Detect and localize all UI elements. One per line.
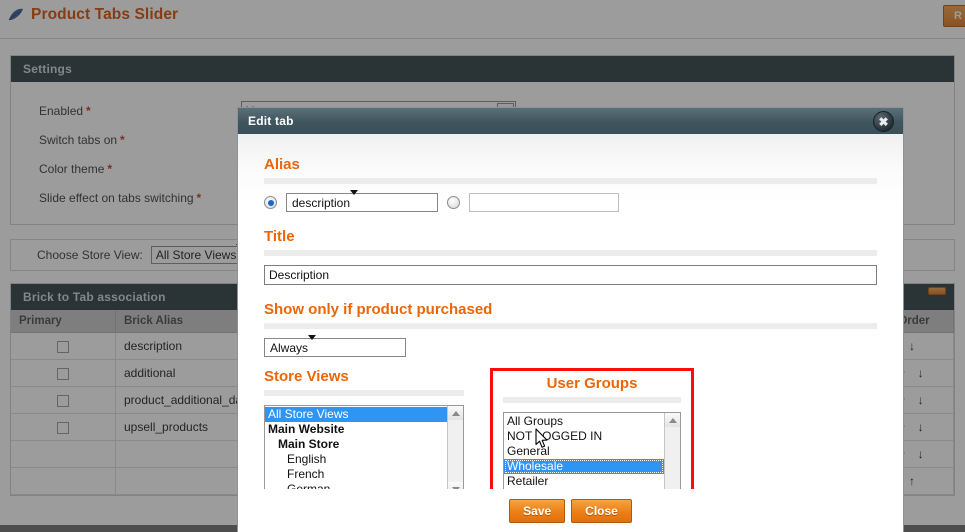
title-input[interactable]: Description (264, 265, 877, 285)
close-button[interactable]: Close (571, 499, 632, 523)
edit-tab-modal: Edit tab ✖ Alias description Title Descr… (238, 108, 903, 532)
title-heading: Title (264, 228, 295, 245)
store-views-heading: Store Views (264, 368, 349, 385)
user-groups-listbox[interactable]: All Groups NOT LOGGED IN General Wholesa… (503, 412, 681, 489)
store-views-column: Store Views All Store Views Main Website… (264, 368, 464, 489)
scroll-up-icon[interactable] (448, 406, 463, 420)
purchased-divider (264, 323, 877, 329)
user-groups-heading: User Groups (546, 375, 638, 392)
alias-select[interactable]: description (286, 190, 438, 212)
store-views-items: All Store Views Main Website Main Store … (265, 406, 447, 489)
alias-custom-radio[interactable] (447, 196, 460, 209)
list-item[interactable]: All Groups (504, 414, 664, 429)
selection-columns: Store Views All Store Views Main Website… (264, 368, 877, 489)
list-item[interactable]: Main Website (265, 422, 447, 437)
user-groups-scrollbar[interactable] (664, 413, 680, 489)
list-item[interactable]: German (265, 482, 447, 489)
alias-heading: Alias (264, 156, 300, 173)
list-item[interactable]: Main Store (265, 437, 447, 452)
modal-body: Alias description Title Description Show… (238, 134, 903, 489)
modal-footer: Save Close (238, 489, 903, 532)
save-button[interactable]: Save (509, 499, 566, 523)
close-icon[interactable]: ✖ (873, 111, 894, 132)
purchased-heading: Show only if product purchased (264, 301, 493, 318)
list-item[interactable]: All Store Views (265, 407, 447, 422)
alias-custom-input[interactable] (469, 193, 619, 212)
alias-divider (264, 178, 877, 184)
purchased-select-value: Always (270, 340, 309, 355)
list-item[interactable]: Wholesale (504, 459, 664, 474)
list-item[interactable]: General (504, 444, 664, 459)
list-item[interactable]: English (265, 452, 447, 467)
user-groups-column: User Groups All Groups NOT LOGGED IN Gen… (490, 368, 694, 489)
chevron-down-icon (350, 190, 367, 210)
scroll-down-icon[interactable] (448, 482, 463, 489)
user-groups-divider (503, 397, 681, 403)
purchased-select[interactable]: Always (264, 335, 406, 357)
list-item[interactable]: NOT LOGGED IN (504, 429, 664, 444)
list-item[interactable]: Retailer (504, 474, 664, 489)
user-groups-items: All Groups NOT LOGGED IN General Wholesa… (504, 413, 664, 489)
list-item[interactable]: French (265, 467, 447, 482)
title-input-value: Description (269, 268, 330, 282)
store-views-divider (264, 390, 464, 396)
alias-row: description (264, 190, 877, 212)
store-views-scrollbar[interactable] (447, 406, 463, 489)
title-divider (264, 250, 877, 256)
modal-title: Edit tab (248, 114, 294, 128)
store-views-listbox[interactable]: All Store Views Main Website Main Store … (264, 405, 464, 489)
alias-select-value: description (292, 195, 351, 210)
modal-title-bar[interactable]: Edit tab ✖ (238, 108, 903, 134)
alias-select-radio[interactable] (264, 196, 277, 209)
chevron-down-icon (308, 335, 325, 355)
scroll-up-icon[interactable] (665, 413, 680, 427)
